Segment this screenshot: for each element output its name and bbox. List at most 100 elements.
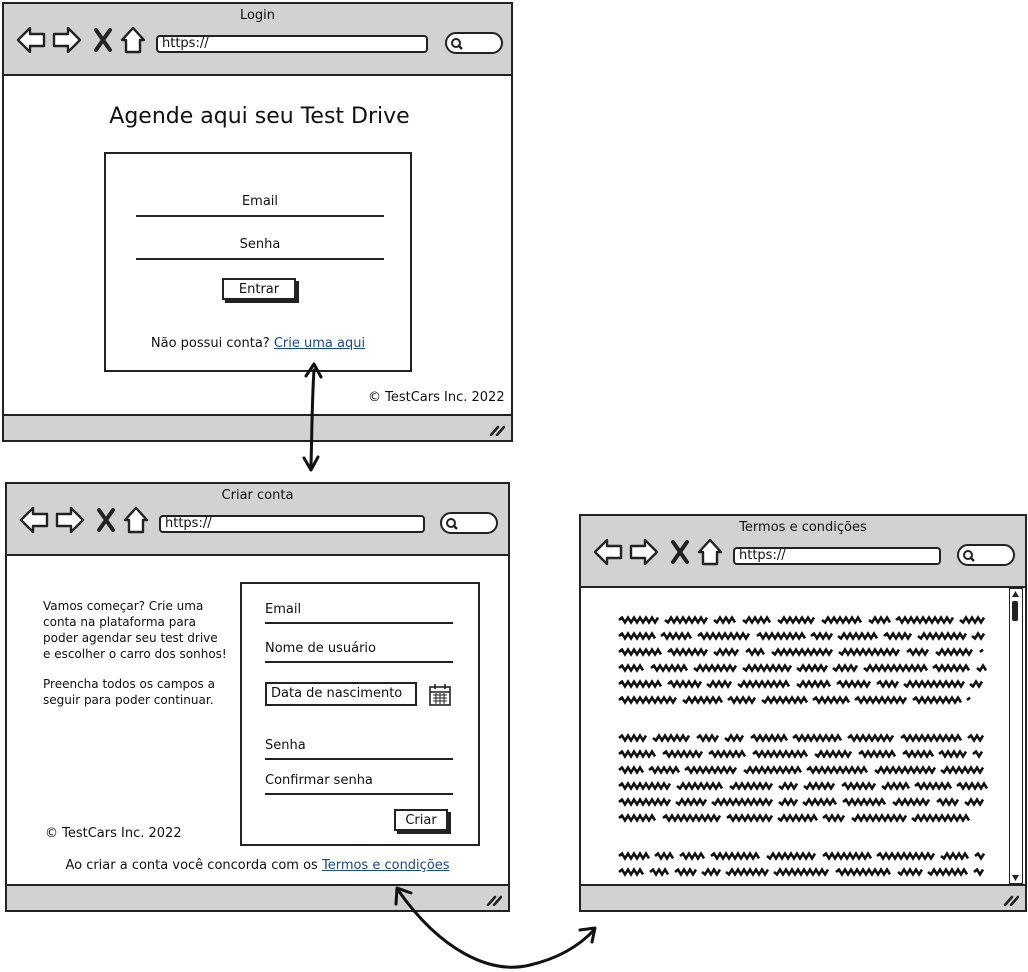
scroll-thumb[interactable] <box>1012 601 1018 621</box>
scribble-word <box>792 733 843 743</box>
scribble-word <box>684 765 738 775</box>
scribble-word <box>618 851 651 861</box>
browser-chrome: Criar conta https:// <box>7 484 508 556</box>
scribble-word <box>679 851 706 861</box>
scribble-word <box>713 615 737 625</box>
search-field[interactable] <box>445 32 503 54</box>
scribble-word <box>742 615 772 625</box>
scribble-word <box>664 615 709 625</box>
scribble-word <box>667 647 709 657</box>
birthdate-field[interactable]: Data de nascimento <box>265 682 417 706</box>
search-icon <box>446 518 458 530</box>
scribble-word <box>851 813 908 823</box>
scribble-word <box>863 663 929 673</box>
scribble-word <box>876 679 900 689</box>
scribble-word <box>900 733 963 743</box>
scribble-word <box>842 797 887 807</box>
create-account-button[interactable]: Criar <box>394 809 448 831</box>
search-field[interactable] <box>440 512 498 534</box>
scribble-word <box>710 851 761 861</box>
window-title: Login <box>239 8 276 23</box>
scribble-word <box>903 679 966 689</box>
scribble-word <box>618 663 645 673</box>
browser-chrome: Login https:// <box>4 4 511 76</box>
forward-arrow-icon[interactable] <box>52 26 82 54</box>
scribble-word <box>750 733 789 743</box>
scribble-word <box>832 663 859 673</box>
url-bar[interactable]: https:// <box>159 515 425 533</box>
scribble-word <box>938 749 968 759</box>
scribble-word <box>966 696 971 702</box>
scribble-word <box>652 733 691 743</box>
resize-grip-icon[interactable] <box>1003 894 1019 906</box>
scribble-word <box>810 631 834 641</box>
back-arrow-icon[interactable] <box>593 538 623 566</box>
scribble-word <box>745 647 766 657</box>
scribble-word <box>618 813 657 823</box>
login-footer: © TestCars Inc. 2022 <box>368 390 505 405</box>
scribble-word <box>858 749 897 759</box>
scroll-up-icon[interactable] <box>1010 589 1021 599</box>
url-bar[interactable]: https:// <box>156 35 428 53</box>
scribble-word <box>936 797 960 807</box>
instruction-line: Preencha todos os campos a <box>43 677 215 691</box>
nav-icons <box>19 506 149 534</box>
login-button[interactable]: Entrar <box>222 278 296 300</box>
scribble-word <box>822 813 846 823</box>
resize-grip-icon[interactable] <box>489 424 505 436</box>
scribble-word <box>618 781 672 791</box>
forward-arrow-icon[interactable] <box>629 538 659 566</box>
url-bar[interactable]: https:// <box>733 547 941 565</box>
create-account-link[interactable]: Crie uma aqui <box>274 336 365 351</box>
password-field[interactable]: Senha <box>136 237 384 260</box>
close-icon[interactable] <box>671 540 689 564</box>
close-icon[interactable] <box>97 508 115 532</box>
scribble-word <box>969 679 984 689</box>
home-icon[interactable] <box>697 538 723 566</box>
terms-link[interactable]: Termos e condições <box>322 858 450 873</box>
home-icon[interactable] <box>120 26 146 54</box>
scribble-word <box>973 867 985 877</box>
scribble-word <box>971 631 986 641</box>
page-heading: Agende aqui seu Test Drive <box>109 104 410 129</box>
scribble-word <box>777 615 816 625</box>
search-field[interactable] <box>957 544 1015 566</box>
back-arrow-icon[interactable] <box>19 506 49 534</box>
email-field[interactable]: Email <box>136 194 384 217</box>
scribble-word <box>708 749 747 759</box>
scribble-word <box>935 647 974 657</box>
window-title: Criar conta <box>221 488 294 503</box>
scribble-word <box>618 615 660 625</box>
confirm-password-field[interactable]: Confirmar senha <box>265 773 453 795</box>
scribble-word <box>868 615 892 625</box>
resize-grip-icon[interactable] <box>486 894 502 906</box>
scribble-word <box>959 615 986 625</box>
scribble-word <box>796 663 829 673</box>
scribble-word <box>654 851 675 861</box>
scribble-word <box>662 749 704 759</box>
terms-notice-text: Ao criar a conta você concorda com os <box>65 858 318 873</box>
scribble-word <box>766 851 817 861</box>
home-icon[interactable] <box>123 506 149 534</box>
close-icon[interactable] <box>94 28 112 52</box>
scribble-word <box>932 663 971 673</box>
scribble-word <box>974 851 986 861</box>
password-field[interactable]: Senha <box>265 738 453 760</box>
search-icon <box>963 550 975 562</box>
scroll-down-icon[interactable] <box>1010 873 1021 883</box>
scribble-word <box>773 867 830 877</box>
calendar-icon[interactable] <box>428 683 452 707</box>
scribble-word <box>729 781 774 791</box>
back-arrow-icon[interactable] <box>16 26 46 54</box>
scribble-word <box>662 813 722 823</box>
scribble-word <box>724 733 745 743</box>
username-field[interactable]: Nome de usuário <box>265 641 453 663</box>
forward-arrow-icon[interactable] <box>55 506 85 534</box>
vertical-scrollbar[interactable] <box>1009 588 1023 884</box>
email-field[interactable]: Email <box>265 602 453 624</box>
scribble-word <box>902 749 935 759</box>
scribble-word <box>725 867 770 877</box>
scribble-word <box>836 679 872 689</box>
scribble-word <box>912 695 963 705</box>
no-account-text: Não possui conta? <box>150 336 270 351</box>
